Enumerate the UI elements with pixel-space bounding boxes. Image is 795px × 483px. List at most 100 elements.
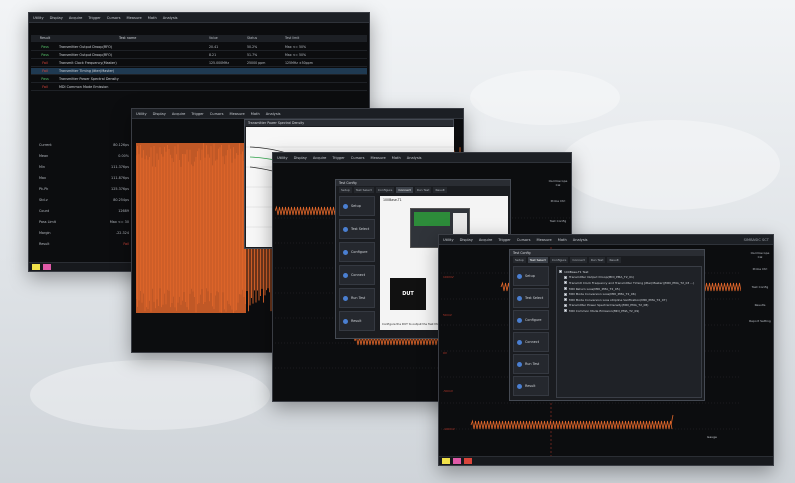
menu-item-measure[interactable]: Measure: [536, 238, 551, 242]
tab-setup[interactable]: Setup: [513, 257, 526, 263]
menu-item-cursors[interactable]: Cursors: [517, 238, 531, 242]
step-connect[interactable]: Connect: [513, 332, 549, 352]
step-connect[interactable]: Connect: [339, 265, 375, 285]
psd-panel-title: Transmitter Power Spectral Density: [245, 120, 453, 126]
step-test-select[interactable]: Test Select: [339, 219, 375, 239]
menu-item-utility[interactable]: Utility: [136, 112, 147, 116]
scope-screen: [414, 212, 450, 226]
step-run-test[interactable]: Run Test: [339, 288, 375, 308]
menu-item-acquire[interactable]: Acquire: [172, 112, 186, 116]
side-report-setting[interactable]: Report Setting: [749, 319, 771, 323]
tab-run-test[interactable]: Run Test: [588, 257, 606, 263]
trace-lower: [470, 419, 673, 430]
tab-connect[interactable]: Connect: [570, 257, 587, 263]
step-setup[interactable]: Setup: [339, 196, 375, 216]
checkbox[interactable]: [559, 270, 562, 274]
tab-run-test[interactable]: Run Test: [414, 187, 432, 193]
step-result[interactable]: Result: [513, 376, 549, 396]
side-oscilloscope-cal[interactable]: Oscilloscope Cal: [547, 179, 569, 187]
tab-test-select[interactable]: Test Select: [353, 187, 374, 193]
menu-item-acquire[interactable]: Acquire: [69, 16, 83, 20]
stat-row: Margin -22.324: [39, 231, 129, 239]
step-setup[interactable]: Setup: [513, 266, 549, 286]
menu-item-analysis[interactable]: Analysis: [266, 112, 281, 116]
menu-item-display[interactable]: Display: [460, 238, 473, 242]
step-result[interactable]: Result: [339, 311, 375, 331]
menu-item-trigger[interactable]: Trigger: [332, 156, 344, 160]
menu-item-measure[interactable]: Measure: [370, 156, 385, 160]
axis-tick-label: 100mV: [443, 275, 454, 279]
tab-configure[interactable]: Configure: [549, 257, 569, 263]
checkbox[interactable]: [564, 298, 567, 302]
menu-item-display[interactable]: Display: [153, 112, 166, 116]
menu-item-math[interactable]: Math: [251, 112, 260, 116]
table-row[interactable]: Fail Transmitter Timing Jitter(Master): [31, 68, 367, 75]
menu-item-math[interactable]: Math: [558, 238, 567, 242]
test-item[interactable]: MDI Common Mode Emission(MDI_PMA_T2_09): [564, 308, 699, 314]
checkbox[interactable]: [564, 303, 567, 307]
side-probe-ctrl[interactable]: Probe Ctrl: [547, 199, 569, 203]
step-label: Result: [351, 319, 362, 323]
side-oscilloscope-cal[interactable]: Oscilloscope Cal: [749, 251, 771, 259]
menu-item-display[interactable]: Display: [50, 16, 63, 20]
test-item[interactable]: Transmit Clock Frequency and Transmitter…: [564, 280, 699, 286]
menu-item-analysis[interactable]: Analysis: [163, 16, 178, 20]
menu-item-trigger[interactable]: Trigger: [191, 112, 203, 116]
menu-item-acquire[interactable]: Acquire: [313, 156, 327, 160]
tab-configure[interactable]: Configure: [375, 187, 395, 193]
menu-item-analysis[interactable]: Analysis: [573, 238, 588, 242]
table-row[interactable]: Fail MDI Common Mode Emission: [31, 84, 367, 91]
side-probe-ctrl[interactable]: Probe Ctrl: [749, 267, 771, 271]
step-test-select[interactable]: Test Select: [513, 288, 549, 308]
table-row[interactable]: Pass Transmitter Power Spectral Density: [31, 76, 367, 83]
stat-value: 80.126ps: [113, 143, 129, 147]
menu-item-math[interactable]: Math: [392, 156, 401, 160]
side-test-config[interactable]: Test Config: [547, 219, 569, 223]
marker-label: Gauge: [707, 435, 717, 439]
menu-item-trigger[interactable]: Trigger: [498, 238, 510, 242]
menu-item-trigger[interactable]: Trigger: [88, 16, 100, 20]
axis-tick-label: 0V: [443, 351, 447, 355]
checkbox[interactable]: [564, 292, 567, 296]
tab-test-select[interactable]: Test Select: [527, 257, 548, 263]
stat-row: Count 12689: [39, 209, 129, 217]
menu-bar: Utility Display Acquire Trigger Cursors …: [132, 109, 463, 119]
tab-result[interactable]: Result: [607, 257, 621, 263]
table-row[interactable]: Fail Transmit Clock Frequency(Master) 125.…: [31, 60, 367, 67]
menu-item-utility[interactable]: Utility: [443, 238, 454, 242]
table-row[interactable]: Pass Transmitter Output Droop(RFO) 20.41 50…: [31, 44, 367, 51]
tab-result[interactable]: Result: [433, 187, 447, 193]
checkbox[interactable]: [564, 287, 567, 291]
channel-chip[interactable]: [442, 458, 450, 464]
menu-bar: Utility Display Acquire Trigger Cursors …: [29, 13, 369, 23]
table-row[interactable]: Pass Transmitter Output Droop(RFO) 8.21 51.…: [31, 52, 367, 59]
menu-item-math[interactable]: Math: [148, 16, 157, 20]
menu-item-cursors[interactable]: Cursors: [210, 112, 224, 116]
tab-connect[interactable]: Connect: [396, 187, 413, 193]
step-configure[interactable]: Configure: [513, 310, 549, 330]
channel-chip[interactable]: [43, 264, 51, 270]
side-test-config[interactable]: Test Config: [749, 285, 771, 289]
step-configure[interactable]: Configure: [339, 242, 375, 262]
channel-chip[interactable]: [453, 458, 461, 464]
menu-item-measure[interactable]: Measure: [126, 16, 141, 20]
checkbox[interactable]: [564, 309, 567, 313]
menu-item-measure[interactable]: Measure: [229, 112, 244, 116]
menu-item-cursors[interactable]: Cursors: [351, 156, 365, 160]
channel-chip[interactable]: [464, 458, 472, 464]
menu-item-analysis[interactable]: Analysis: [407, 156, 422, 160]
menu-item-utility[interactable]: Utility: [33, 16, 44, 20]
checkbox[interactable]: [564, 281, 567, 285]
tab-setup[interactable]: Setup: [339, 187, 352, 193]
side-results[interactable]: Results: [749, 303, 771, 307]
checkbox[interactable]: [564, 275, 567, 279]
step-run-test[interactable]: Run Test: [513, 354, 549, 374]
menu-item-display[interactable]: Display: [294, 156, 307, 160]
test-config-dialog: Test Config Setup Test Select Configure …: [509, 249, 705, 401]
menu-item-utility[interactable]: Utility: [277, 156, 288, 160]
menu-item-acquire[interactable]: Acquire: [479, 238, 493, 242]
channel-chip[interactable]: [32, 264, 40, 270]
menu-item-cursors[interactable]: Cursors: [107, 16, 121, 20]
step-icon: [517, 383, 522, 389]
col-test-name: Test name: [119, 36, 137, 40]
